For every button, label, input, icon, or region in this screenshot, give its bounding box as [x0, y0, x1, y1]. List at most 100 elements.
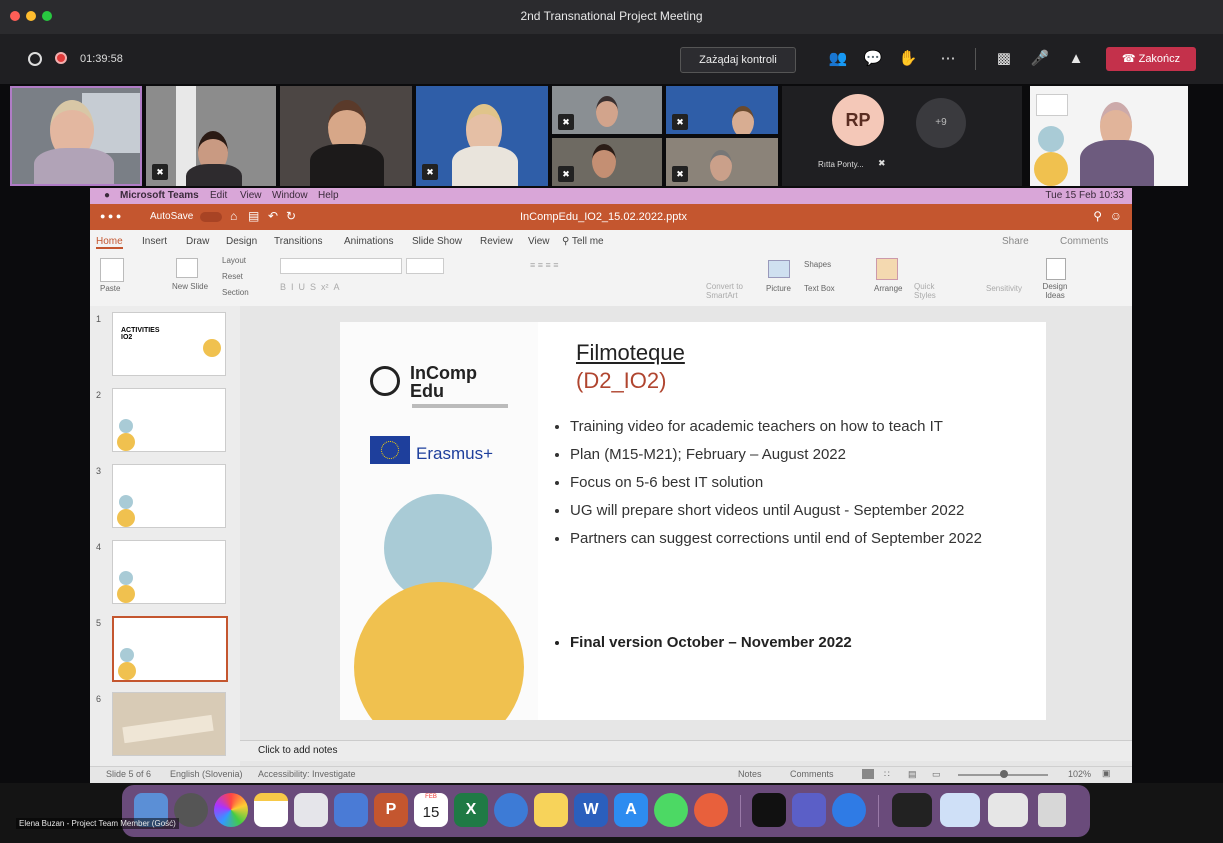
system-preferences-icon[interactable] — [174, 793, 208, 827]
comments-toggle[interactable]: Comments — [790, 769, 834, 779]
smiley-icon[interactable]: ☺ — [1110, 209, 1122, 223]
language-indicator[interactable]: English (Slovenia) — [170, 769, 243, 779]
share-screen-icon[interactable]: ▲ — [1066, 49, 1086, 69]
menu-item[interactable]: Help — [318, 190, 339, 201]
raise-hand-icon[interactable]: ✋ — [898, 49, 918, 69]
microphone-icon[interactable]: 🎤 — [1030, 49, 1050, 69]
new-slide-icon[interactable] — [176, 258, 198, 278]
transmit-icon[interactable] — [694, 793, 728, 827]
font-name-field[interactable] — [280, 258, 402, 274]
share-button[interactable]: Share — [1002, 236, 1029, 247]
trash-icon[interactable] — [1038, 793, 1066, 827]
search-icon[interactable]: ⚲ — [1093, 209, 1102, 223]
comments-button[interactable]: Comments — [1060, 236, 1108, 247]
menu-item[interactable]: Window — [272, 190, 308, 201]
notes-pane[interactable]: Click to add notes — [240, 740, 1132, 761]
tab-draw[interactable]: Draw — [186, 236, 209, 247]
safari-icon[interactable] — [832, 793, 866, 827]
app-store-icon[interactable]: A — [614, 793, 648, 827]
slide-thumbnail[interactable]: ACTIVITIES IO2 — [112, 312, 226, 376]
participants-icon[interactable]: 👥 — [828, 49, 848, 69]
tab-animations[interactable]: Animations — [344, 236, 393, 247]
tab-home[interactable]: Home — [96, 236, 123, 249]
reset-button[interactable]: Reset — [222, 272, 243, 281]
sensitivity-button[interactable]: Sensitivity — [986, 284, 1022, 293]
shapes-button[interactable]: Shapes — [804, 260, 831, 269]
notes-app-icon[interactable] — [254, 793, 288, 827]
picture-icon[interactable] — [768, 260, 790, 278]
save-icon[interactable]: ▤ — [248, 209, 259, 223]
participant-video-speaker[interactable] — [10, 86, 142, 186]
participant-video-2[interactable]: ✖ — [146, 86, 276, 186]
participant-video-3[interactable] — [280, 86, 412, 186]
participant-video-8[interactable]: ✖ — [666, 138, 778, 186]
slide-thumbnail[interactable] — [112, 540, 226, 604]
participant-video-5[interactable]: ✖ — [552, 86, 662, 134]
font-size-field[interactable] — [406, 258, 444, 274]
more-participants-badge[interactable]: +9 — [916, 98, 966, 148]
slideshow-icon[interactable]: ▭ — [932, 769, 941, 780]
more-options-icon[interactable]: ⋯ — [938, 49, 958, 69]
design-ideas-icon[interactable] — [1046, 258, 1066, 280]
fit-slide-icon[interactable]: ▣ — [1102, 768, 1111, 779]
slide-thumbnail-selected[interactable] — [112, 616, 228, 682]
window-controls-icon[interactable]: ● ● ● — [100, 211, 121, 221]
participant-video-presenter[interactable] — [1030, 86, 1188, 186]
tab-design[interactable]: Design — [226, 236, 257, 247]
redo-icon[interactable]: ↻ — [286, 209, 296, 223]
slide-sorter-icon[interactable]: ∷ — [884, 769, 890, 780]
layout-button[interactable]: Layout — [222, 256, 246, 265]
reading-view-icon[interactable]: ▤ — [908, 769, 917, 780]
launchpad-icon[interactable] — [294, 793, 328, 827]
paragraph-icons[interactable]: ≡ ≡ ≡ ≡ — [530, 260, 559, 270]
participant-avatar[interactable]: RP — [832, 94, 884, 146]
font-formatting-icons[interactable]: B I U S x² A — [280, 282, 340, 292]
tab-insert[interactable]: Insert — [142, 236, 167, 247]
undo-icon[interactable]: ↶ — [268, 209, 278, 223]
convert-smartart-button[interactable]: Convert to SmartArt — [706, 282, 746, 300]
minimized-window-icon[interactable] — [940, 793, 980, 827]
text-box-button[interactable]: Text Box — [804, 284, 835, 293]
slide-thumbnail[interactable] — [112, 388, 226, 452]
menu-item[interactable]: View — [240, 190, 262, 201]
quick-styles-button[interactable]: Quick Styles — [914, 282, 944, 300]
current-slide[interactable]: InComp Edu Erasmus+ Filmoteque (D2_IO2) … — [340, 322, 1046, 720]
zoom-slider-handle[interactable] — [1000, 770, 1008, 778]
request-control-button[interactable]: Zażądaj kontroli — [680, 47, 796, 73]
minimized-window-icon[interactable] — [988, 793, 1028, 827]
normal-view-icon[interactable] — [862, 769, 874, 779]
end-call-button[interactable]: ☎ Zakończ — [1106, 47, 1196, 71]
word-icon[interactable]: W — [574, 793, 608, 827]
tell-me-search[interactable]: ⚲ Tell me — [562, 236, 604, 247]
tab-review[interactable]: Review — [480, 236, 513, 247]
menu-item[interactable]: Microsoft Teams — [120, 190, 199, 201]
participant-video-4[interactable]: ✖ — [416, 86, 548, 186]
tab-slide-show[interactable]: Slide Show — [412, 236, 462, 247]
chrome-like-icon[interactable] — [494, 793, 528, 827]
minimized-window-icon[interactable] — [892, 793, 932, 827]
terminal-icon[interactable] — [752, 793, 786, 827]
powerpoint-icon[interactable]: P — [374, 793, 408, 827]
notes-toggle[interactable]: Notes — [738, 769, 762, 779]
participant-video-6[interactable]: ✖ — [552, 138, 662, 186]
calendar-icon[interactable]: FEB 15 — [414, 793, 448, 827]
arrange-icon[interactable] — [876, 258, 898, 280]
camera-icon[interactable]: ▩ — [994, 49, 1014, 69]
messages-grid-icon[interactable] — [334, 793, 368, 827]
stickies-icon[interactable] — [534, 793, 568, 827]
tab-transitions[interactable]: Transitions — [274, 236, 323, 247]
section-button[interactable]: Section — [222, 288, 249, 297]
accessibility-status[interactable]: Accessibility: Investigate — [258, 769, 356, 779]
autosave-toggle[interactable] — [200, 212, 222, 222]
participant-video-7[interactable]: ✖ — [666, 86, 778, 134]
chat-icon[interactable]: 💬 — [863, 49, 883, 69]
home-icon[interactable]: ⌂ — [230, 209, 237, 223]
messages-icon[interactable] — [654, 793, 688, 827]
slide-thumbnail[interactable] — [112, 464, 226, 528]
excel-icon[interactable]: X — [454, 793, 488, 827]
teams-icon[interactable] — [792, 793, 826, 827]
tab-view[interactable]: View — [528, 236, 550, 247]
photos-icon[interactable] — [214, 793, 248, 827]
menu-item[interactable]: Edit — [210, 190, 227, 201]
paste-icon[interactable] — [100, 258, 124, 282]
